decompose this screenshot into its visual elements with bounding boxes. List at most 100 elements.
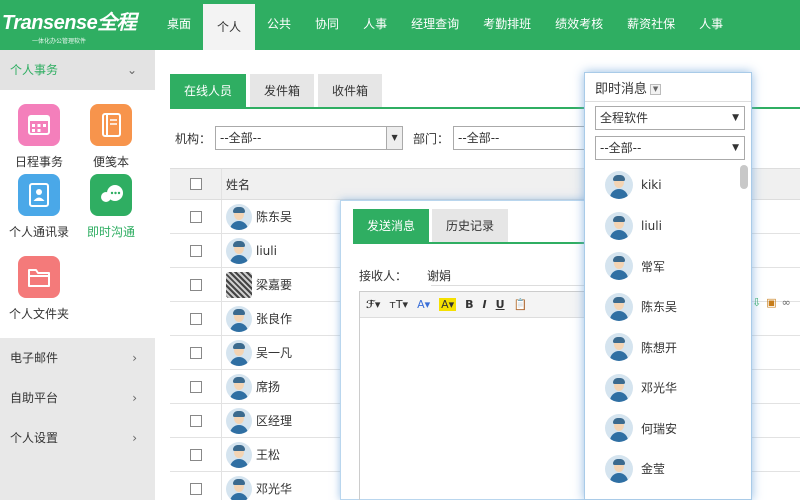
tab-send-message[interactable]: 发送消息	[353, 209, 430, 243]
avatar	[605, 454, 633, 483]
row-checkbox[interactable]	[189, 414, 202, 427]
im-title: 即时消息	[595, 82, 648, 97]
app-schedule[interactable]: 日程事务	[0, 104, 78, 170]
user-name[interactable]: 邓光华	[256, 480, 292, 497]
nav-performance[interactable]: 绩效考核	[543, 0, 615, 50]
sidebar-section-email[interactable]: 电子邮件 ›	[0, 338, 155, 378]
scrollbar-thumb[interactable]	[740, 165, 748, 189]
contact-list: kiki liuli 常军 陈东吴 陈想开 邓光华 何瑞安 金莹	[585, 165, 751, 500]
chat-icon	[90, 174, 132, 216]
chevron-down-icon: ⌄	[126, 63, 137, 77]
list-item[interactable]: 何瑞安	[585, 408, 751, 449]
tab-history[interactable]: 历史记录	[432, 209, 509, 243]
user-name[interactable]: 王松	[256, 446, 280, 463]
user-name[interactable]: 区经理	[256, 412, 292, 429]
font-size-icon[interactable]: тT▾	[389, 298, 408, 311]
nav-public[interactable]: 公共	[255, 0, 303, 50]
org-select[interactable]: --全部-- ▼	[215, 126, 404, 150]
avatar	[226, 373, 252, 400]
instant-message-panel: 即时消息 ▼ 全程软件 ▼ --全部-- ▼ kiki liuli 常军 陈东吴 …	[584, 72, 752, 500]
row-checkbox[interactable]	[189, 346, 202, 359]
row-checkbox[interactable]	[189, 482, 202, 495]
nav-hr[interactable]: 人事	[351, 0, 399, 50]
row-checkbox[interactable]	[189, 210, 202, 223]
app-notebook[interactable]: 便笺本	[72, 104, 150, 170]
app-contacts[interactable]: 个人通讯录	[0, 174, 78, 240]
nav-personal[interactable]: 个人	[203, 4, 256, 50]
row-checkbox[interactable]	[189, 312, 202, 325]
tab-inbox[interactable]: 收件箱	[318, 74, 383, 108]
app-instant-chat[interactable]: 即时沟通	[72, 174, 150, 240]
row-checkbox[interactable]	[189, 380, 202, 393]
sidebar-section-self-service[interactable]: 自助平台 ›	[0, 378, 155, 418]
bold-icon[interactable]: B	[465, 298, 473, 311]
list-item[interactable]: 陈想开	[585, 327, 751, 368]
user-name[interactable]: 张良作	[256, 310, 292, 327]
tab-online-users[interactable]: 在线人员	[170, 74, 247, 108]
user-name[interactable]: 吴一凡	[256, 344, 292, 361]
list-item[interactable]: 邓光华	[585, 368, 751, 409]
underline-icon[interactable]: U	[496, 298, 505, 311]
sidebar-section-personal[interactable]: 个人事务 ⌄	[0, 50, 155, 90]
folder-icon	[18, 256, 60, 298]
app-personal-folder[interactable]: 个人文件夹	[0, 256, 78, 322]
insert-line-icon[interactable]: ⇩	[752, 296, 761, 309]
tab-outbox[interactable]: 发件箱	[250, 74, 315, 108]
dropdown-arrow-icon: ▼	[732, 143, 739, 153]
font-color-icon[interactable]: A▾	[417, 298, 430, 311]
sidebar-section-label: 电子邮件	[10, 351, 59, 365]
sidebar-section-label: 自助平台	[10, 391, 59, 405]
list-item[interactable]: 陈东吴	[585, 287, 751, 328]
user-name[interactable]: liuli	[256, 244, 277, 258]
app-label: 日程事务	[14, 155, 63, 169]
department-select-value: --全部--	[600, 141, 642, 155]
app-label: 即时沟通	[86, 225, 135, 239]
font-family-icon[interactable]: ℱ▾	[366, 298, 380, 311]
italic-icon[interactable]: I	[483, 298, 487, 311]
avatar	[226, 407, 252, 434]
nav-manager-query[interactable]: 经理查询	[399, 0, 471, 50]
dropdown-arrow-icon: ▼	[732, 113, 739, 123]
avatar	[226, 441, 252, 468]
company-select-value: 全程软件	[600, 111, 649, 125]
company-select[interactable]: 全程软件 ▼	[595, 106, 745, 130]
sidebar-section-settings[interactable]: 个人设置 ›	[0, 418, 155, 458]
contacts-icon	[18, 174, 60, 216]
insert-image-icon[interactable]: ▣	[766, 296, 776, 309]
row-checkbox[interactable]	[189, 448, 202, 461]
user-name[interactable]: 席扬	[256, 378, 280, 395]
filter-bar: 机构： --全部-- ▼ 部门： --全部--	[175, 126, 594, 150]
department-select[interactable]: --全部-- ▼	[595, 136, 745, 160]
top-navbar: Transense全程 一体化办公管理软件 桌面 个人 公共 协同 人事 经理查…	[0, 0, 800, 50]
select-all-checkbox[interactable]	[189, 178, 202, 190]
row-checkbox[interactable]	[189, 278, 202, 291]
dept-select[interactable]: --全部--	[453, 126, 594, 150]
link-icon[interactable]: ∞	[782, 296, 791, 309]
list-item[interactable]: kiki	[585, 165, 751, 206]
receiver-value[interactable]: 谢娟	[427, 269, 451, 283]
chevron-down-icon[interactable]: ▼	[650, 84, 662, 95]
row-checkbox[interactable]	[189, 244, 202, 257]
main-nav: 桌面 个人 公共 协同 人事 经理查询 考勤排班 绩效考核 薪资社保 人事	[155, 0, 735, 50]
contact-name: 陈想开	[641, 340, 678, 355]
list-item[interactable]: 常军	[585, 246, 751, 287]
nav-hr-2[interactable]: 人事	[687, 0, 735, 50]
calendar-icon	[18, 104, 60, 146]
avatar	[605, 414, 633, 443]
nav-salary[interactable]: 薪资社保	[615, 0, 687, 50]
avatar	[605, 333, 633, 362]
nav-attendance[interactable]: 考勤排班	[471, 0, 543, 50]
nav-collab[interactable]: 协同	[303, 0, 351, 50]
list-item[interactable]: 金莹	[585, 449, 751, 490]
list-item[interactable]: liuli	[585, 206, 751, 247]
avatar	[605, 373, 633, 402]
avatar	[226, 475, 252, 500]
dialog-tabs: 发送消息 历史记录	[353, 209, 511, 243]
user-name[interactable]: 梁嘉要	[256, 276, 292, 293]
nav-desktop[interactable]: 桌面	[155, 0, 203, 50]
message-editor[interactable]: ℱ▾ тT▾ A▾ A▾ B I U 📋	[359, 291, 591, 500]
contact-name: 金莹	[641, 462, 666, 477]
paste-icon[interactable]: 📋	[514, 298, 528, 311]
highlight-color-icon[interactable]: A▾	[439, 298, 457, 311]
user-name[interactable]: 陈东吴	[256, 208, 292, 225]
